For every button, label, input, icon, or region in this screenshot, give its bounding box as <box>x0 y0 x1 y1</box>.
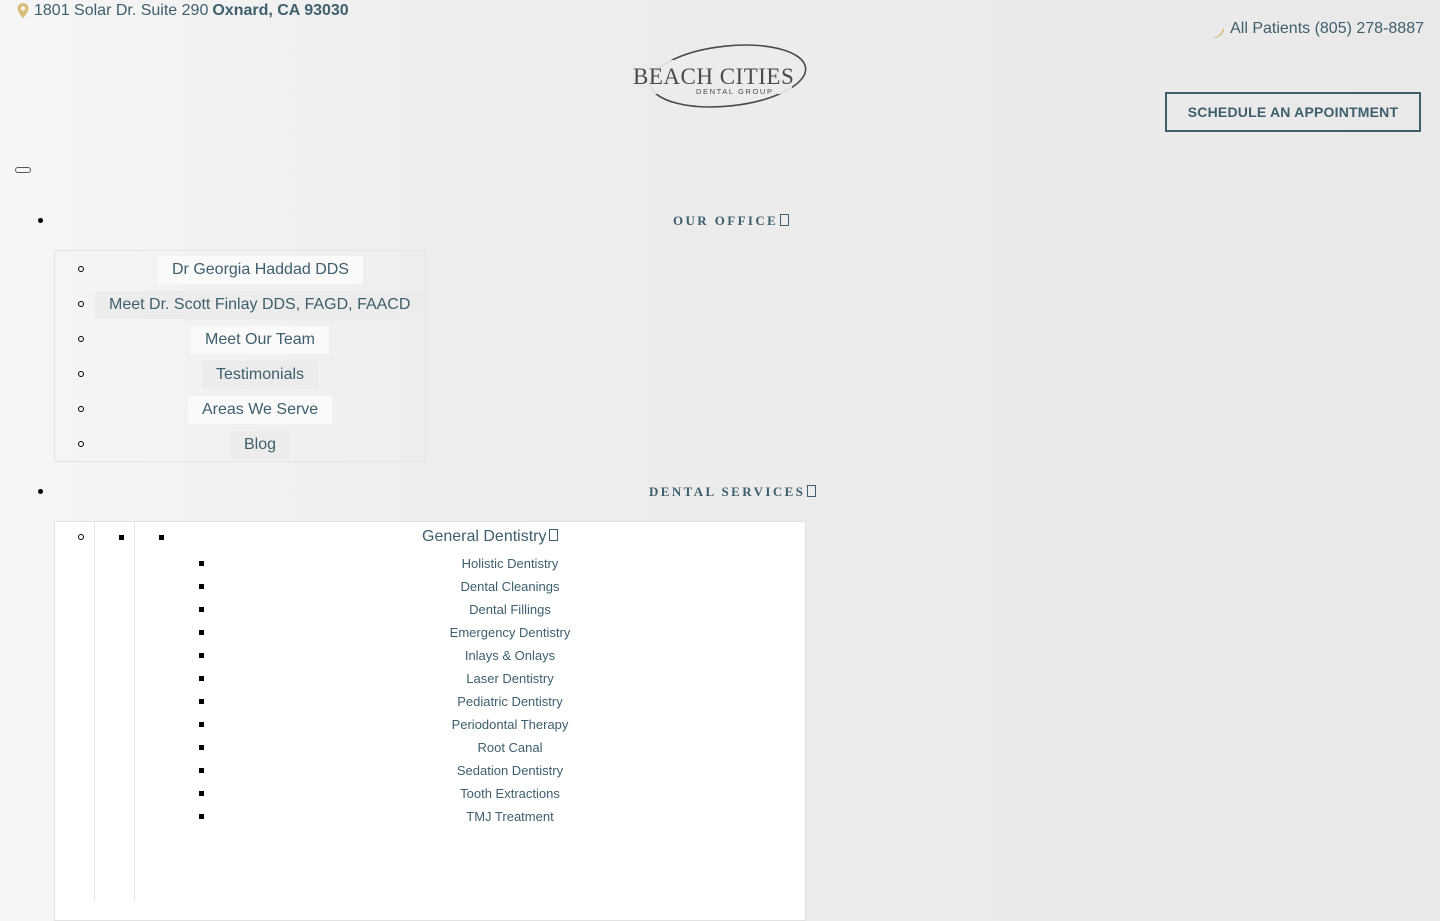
dropdown-icon <box>807 485 817 497</box>
address[interactable]: 1801 Solar Dr. Suite 290 Oxnard, CA 9303… <box>16 2 349 20</box>
nav-our-office-label: OUR OFFICE <box>673 213 779 228</box>
service-item[interactable]: Emergency Dentistry <box>390 625 630 640</box>
schedule-appointment-button[interactable]: SCHEDULE AN APPOINTMENT <box>1165 92 1421 132</box>
list-bullet <box>199 745 204 750</box>
nav-our-office[interactable]: OUR OFFICE <box>673 213 790 229</box>
dropdown-icon <box>548 529 558 541</box>
list-bullet <box>199 561 204 566</box>
list-bullet <box>78 301 84 307</box>
list-bullet <box>199 607 204 612</box>
submenu-item-scott-finlay[interactable]: Meet Dr. Scott Finlay DDS, FAGD, FAACD <box>95 291 425 319</box>
address-city: Oxnard, CA 93030 <box>212 2 349 19</box>
list-bullet <box>78 406 84 412</box>
list-bullet <box>199 630 204 635</box>
list-bullet <box>199 791 204 796</box>
divider <box>94 521 95 901</box>
service-item[interactable]: Pediatric Dentistry <box>390 694 630 709</box>
list-bullet <box>159 535 164 540</box>
list-bullet <box>78 266 84 272</box>
list-bullet <box>199 699 204 704</box>
service-item[interactable]: Laser Dentistry <box>390 671 630 686</box>
list-bullet <box>199 676 204 681</box>
logo-name: BEACH CITIES <box>633 64 794 89</box>
beach-cities-logo[interactable]: BEACH CITIES DENTAL GROUP <box>630 38 810 116</box>
phone-link[interactable]: All Patients (805) 278-8887 <box>1211 18 1424 40</box>
map-pin-icon <box>17 3 29 19</box>
submenu-item-our-team[interactable]: Meet Our Team <box>191 326 329 354</box>
service-item[interactable]: Holistic Dentistry <box>390 556 630 571</box>
service-item[interactable]: Dental Fillings <box>390 602 630 617</box>
list-bullet <box>38 218 43 223</box>
nav-dental-services[interactable]: DENTAL SERVICES <box>649 484 817 500</box>
logo-sub: DENTAL GROUP <box>696 87 774 96</box>
list-bullet <box>199 584 204 589</box>
list-bullet <box>78 534 84 540</box>
menu-toggle-button[interactable] <box>15 167 31 173</box>
list-bullet <box>199 722 204 727</box>
list-bullet <box>199 768 204 773</box>
address-street: 1801 Solar Dr. Suite 290 <box>34 2 209 19</box>
list-bullet <box>78 441 84 447</box>
service-item[interactable]: Inlays & Onlays <box>390 648 630 663</box>
submenu-item-blog[interactable]: Blog <box>230 431 291 459</box>
phone-label: All Patients (805) 278-8887 <box>1230 20 1424 37</box>
service-item[interactable]: Periodontal Therapy <box>390 717 630 732</box>
divider <box>134 521 135 901</box>
list-bullet <box>199 653 204 658</box>
list-bullet <box>78 336 84 342</box>
submenu-item-georgia-haddad[interactable]: Dr Georgia Haddad DDS <box>158 256 363 284</box>
service-item[interactable]: Dental Cleanings <box>390 579 630 594</box>
phone-icon <box>1214 28 1225 38</box>
submenu-general-dentistry[interactable]: General Dentistry <box>422 528 558 546</box>
list-bullet <box>38 489 43 494</box>
submenu-item-areas-we-serve[interactable]: Areas We Serve <box>188 396 333 424</box>
list-bullet <box>199 814 204 819</box>
list-bullet <box>119 535 124 540</box>
dropdown-icon <box>780 214 790 226</box>
submenu-item-testimonials[interactable]: Testimonials <box>202 361 319 389</box>
service-item[interactable]: Sedation Dentistry <box>390 763 630 778</box>
general-dentistry-label: General Dentistry <box>422 528 547 545</box>
service-item[interactable]: TMJ Treatment <box>390 809 630 824</box>
service-item[interactable]: Tooth Extractions <box>390 786 630 801</box>
nav-dental-services-label: DENTAL SERVICES <box>649 484 806 499</box>
service-item[interactable]: Root Canal <box>390 740 630 755</box>
list-bullet <box>78 371 84 377</box>
